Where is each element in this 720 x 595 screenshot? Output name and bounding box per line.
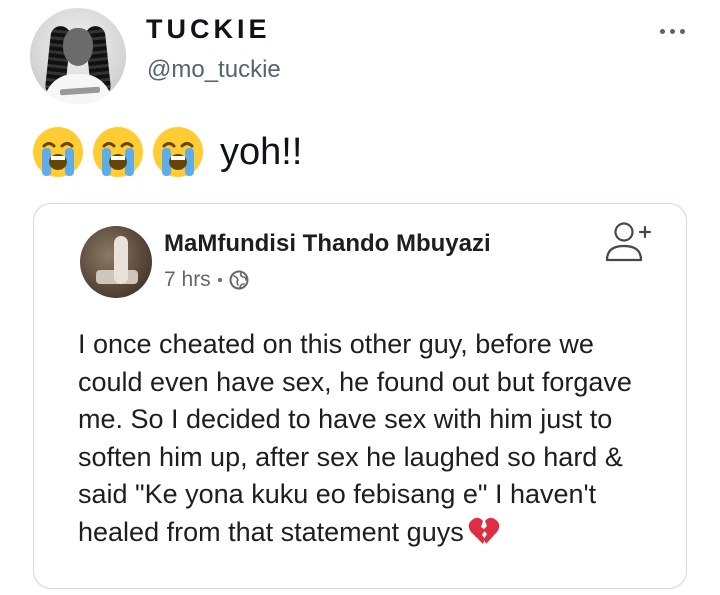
tweet-text: yoh!! bbox=[30, 124, 302, 180]
meta-separator-dot bbox=[217, 278, 222, 282]
globe-icon bbox=[229, 270, 249, 290]
broken-heart-icon bbox=[468, 517, 499, 544]
quoted-author-name[interactable]: MaMfundisi Thando Mbuyazi bbox=[164, 230, 491, 258]
author-display-name[interactable]: TUCKIE bbox=[146, 14, 271, 45]
tweet-words: yoh!! bbox=[220, 130, 303, 173]
avatar-figure bbox=[114, 236, 128, 284]
quoted-author-avatar[interactable] bbox=[80, 226, 152, 298]
avatar-face bbox=[63, 28, 93, 66]
more-dot bbox=[669, 28, 675, 34]
more-options-button[interactable] bbox=[648, 18, 696, 44]
loudly-crying-face-icon bbox=[93, 127, 143, 177]
loudly-crying-face-icon bbox=[33, 127, 83, 177]
quoted-post-card[interactable]: MaMfundisi Thando Mbuyazi 7 hrs I once c… bbox=[33, 203, 687, 589]
add-friend-icon[interactable] bbox=[600, 218, 654, 266]
more-dot bbox=[679, 28, 685, 34]
author-avatar[interactable] bbox=[30, 8, 126, 104]
more-dot bbox=[659, 28, 665, 34]
quoted-post-text: I once cheated on this other guy, before… bbox=[78, 329, 632, 547]
post-time[interactable]: 7 hrs bbox=[164, 268, 211, 292]
loudly-crying-face-icon bbox=[153, 127, 203, 177]
quoted-post-meta: 7 hrs bbox=[164, 268, 249, 292]
author-handle[interactable]: @mo_tuckie bbox=[147, 56, 281, 84]
quoted-post-body: I once cheated on this other guy, before… bbox=[78, 326, 658, 551]
